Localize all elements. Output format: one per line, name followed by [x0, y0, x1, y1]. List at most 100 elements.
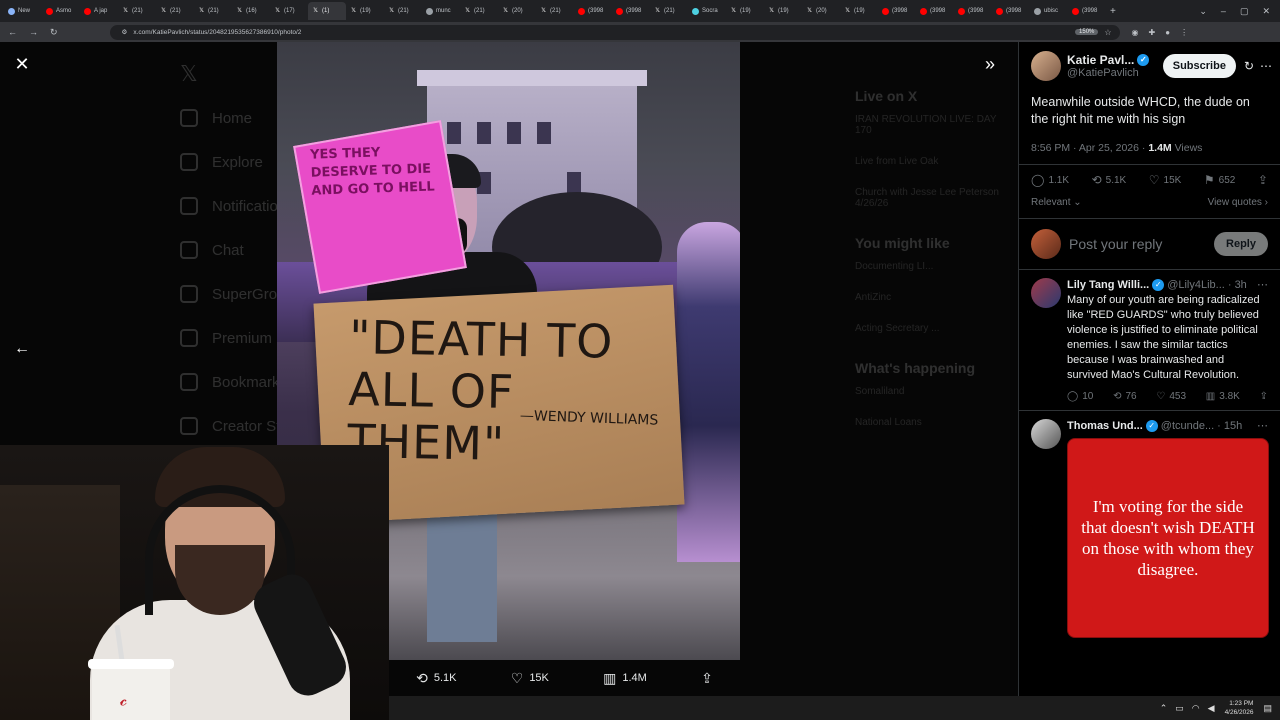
- views-button[interactable]: ▥ 1.4M: [603, 670, 647, 687]
- browser-tab[interactable]: A jap: [80, 2, 118, 20]
- close-window-icon[interactable]: ✕: [1262, 6, 1270, 17]
- reply-author-name[interactable]: Lily Tang Willi...: [1067, 279, 1149, 291]
- reply-avatar[interactable]: [1031, 278, 1061, 308]
- subscribe-button[interactable]: Subscribe: [1162, 54, 1236, 78]
- retweet-button[interactable]: ⟲ 5.1K: [416, 670, 456, 687]
- browser-tab[interactable]: (3998: [916, 2, 954, 20]
- view-quotes-link[interactable]: View quotes ›: [1208, 197, 1268, 208]
- more-icon[interactable]: ⋯: [1260, 59, 1272, 73]
- site-info-icon[interactable]: ⚙: [122, 28, 128, 36]
- browser-tab[interactable]: 𝕏 (19): [840, 2, 878, 20]
- browser-tab[interactable]: (3998: [992, 2, 1030, 20]
- tab-label: (20): [816, 8, 827, 14]
- browser-tab[interactable]: 𝕏 (21): [460, 2, 498, 20]
- browser-tab[interactable]: 𝕏 (17): [270, 2, 308, 20]
- browser-tab[interactable]: 𝕏 (1): [308, 2, 346, 20]
- like-button[interactable]: ♡ 15K: [511, 670, 549, 687]
- reply-time[interactable]: · 3h: [1228, 279, 1247, 291]
- bookmark-stat[interactable]: ⚑ 652: [1204, 173, 1235, 187]
- chevron-up-icon[interactable]: ⌃: [1160, 703, 1168, 714]
- system-tray: ⌃ ▭ ◠ ◀: [1160, 703, 1215, 714]
- browser-tab[interactable]: munc: [422, 2, 460, 20]
- clock[interactable]: 1:23 PM 4/26/2026: [1225, 699, 1254, 717]
- browser-tab[interactable]: 𝕏 (19): [346, 2, 384, 20]
- reply-item[interactable]: Thomas Und... ✓ @tcunde... · 15h ⋯ I'm v…: [1019, 411, 1280, 646]
- browser-tab[interactable]: 𝕏 (19): [726, 2, 764, 20]
- browser-tab[interactable]: 𝕏 (20): [802, 2, 840, 20]
- reply-views-button[interactable]: ▥ 3.8K: [1206, 391, 1240, 402]
- browser-tab[interactable]: 𝕏 (21): [118, 2, 156, 20]
- zoom-badge[interactable]: 150%: [1075, 29, 1099, 35]
- reply-author-handle[interactable]: @tcunde...: [1161, 420, 1214, 432]
- reply-time[interactable]: · 15h: [1217, 420, 1242, 432]
- menu-icon[interactable]: ⋮: [1180, 28, 1188, 37]
- browser-tab[interactable]: 𝕏 (21): [156, 2, 194, 20]
- reply-stat[interactable]: ◯ 1.1K: [1031, 173, 1069, 187]
- browser-tab[interactable]: 𝕏 (21): [650, 2, 688, 20]
- back-nav-icon[interactable]: ←: [8, 27, 17, 37]
- extensions: ◉ ✚ ● ⋮: [1132, 28, 1189, 37]
- reply-button[interactable]: Reply: [1214, 232, 1268, 256]
- share-button[interactable]: ⇪: [701, 670, 713, 687]
- reply-avatar[interactable]: [1031, 419, 1061, 449]
- browser-tab[interactable]: 𝕏 (21): [536, 2, 574, 20]
- collapse-panel-icon[interactable]: »: [985, 54, 995, 75]
- more-icon[interactable]: ⋯: [1257, 419, 1268, 432]
- browser-tab[interactable]: Socra: [688, 2, 726, 20]
- relevant-dropdown[interactable]: Relevant ⌄: [1031, 197, 1082, 208]
- browser-tab[interactable]: ubisc: [1030, 2, 1068, 20]
- url-field[interactable]: ⚙ x.com/KatiePavlich/status/204821953562…: [109, 24, 1120, 40]
- browser-tab[interactable]: (3998: [954, 2, 992, 20]
- browser-tab[interactable]: (3998: [612, 2, 650, 20]
- more-icon[interactable]: ⋯: [1257, 278, 1268, 291]
- browser-tab[interactable]: 𝕏 (20): [498, 2, 536, 20]
- browser-tab[interactable]: (3998: [878, 2, 916, 20]
- browser-address-bar: ← → ↻ ⚙ x.com/KatiePavlich/status/204821…: [0, 22, 1280, 42]
- previous-photo-arrow-icon[interactable]: ←: [12, 340, 32, 360]
- maximize-icon[interactable]: ▢: [1240, 6, 1249, 17]
- reply-retweet-button[interactable]: ⟲ 76: [1113, 391, 1137, 402]
- author-avatar[interactable]: [1031, 51, 1061, 81]
- author-handle[interactable]: @KatiePavlich: [1067, 67, 1163, 79]
- reply-author-handle[interactable]: @Lily4Lib...: [1167, 279, 1225, 291]
- browser-tab[interactable]: 𝕏 (21): [384, 2, 422, 20]
- browser-tab[interactable]: Asmo: [42, 2, 80, 20]
- bookmark-icon: ⚑: [1203, 173, 1215, 187]
- retweet-stat[interactable]: ⟲ 5.1K: [1092, 173, 1127, 187]
- browser-tab[interactable]: 𝕏 (21): [194, 2, 232, 20]
- browser-tab[interactable]: (3998: [574, 2, 612, 20]
- tweet-timestamp[interactable]: 8:56 PM · Apr 25, 2026 ·: [1031, 142, 1148, 154]
- reload-icon[interactable]: ↻: [50, 27, 58, 38]
- like-stat[interactable]: ♡ 15K: [1149, 173, 1182, 187]
- grok-icon[interactable]: ↻: [1244, 59, 1254, 73]
- browser-tab[interactable]: (3998: [1068, 2, 1106, 20]
- reply-share-button[interactable]: ⇪: [1260, 391, 1268, 402]
- extension-icon[interactable]: ◉: [1132, 28, 1139, 37]
- wifi-icon[interactable]: ◠: [1192, 703, 1200, 714]
- dimmed-section-row: National Loans: [855, 417, 922, 428]
- volume-icon[interactable]: ◀: [1208, 703, 1215, 714]
- bookmark-star-icon[interactable]: ☆: [1104, 28, 1111, 37]
- new-tab-button[interactable]: +: [1106, 2, 1122, 20]
- tab-label: (20): [512, 8, 523, 14]
- reply-reply-button[interactable]: ◯ 10: [1067, 391, 1093, 402]
- browser-tab[interactable]: 𝕏 (16): [232, 2, 270, 20]
- tab-search-icon[interactable]: ⌄: [1199, 6, 1207, 17]
- notification-icon[interactable]: ▤: [1263, 703, 1272, 714]
- forward-nav-icon[interactable]: →: [29, 27, 38, 37]
- user-avatar: [1031, 229, 1061, 259]
- share-stat[interactable]: ⇪: [1258, 173, 1268, 187]
- browser-tab[interactable]: 𝕏 (19): [764, 2, 802, 20]
- author-display-name[interactable]: Katie Pavl... ✓: [1067, 53, 1163, 67]
- reply-author-name[interactable]: Thomas Und...: [1067, 420, 1143, 432]
- network-icon[interactable]: ▭: [1175, 703, 1184, 714]
- puzzle-icon[interactable]: ✚: [1149, 28, 1156, 37]
- profile-icon[interactable]: ●: [1165, 28, 1170, 37]
- reply-input[interactable]: Post your reply: [1069, 236, 1206, 252]
- reply-image[interactable]: I'm voting for the side that doesn't wis…: [1067, 438, 1269, 638]
- reply-like-button[interactable]: ♡ 453: [1156, 391, 1186, 402]
- browser-tab[interactable]: New: [4, 2, 42, 20]
- reply-item[interactable]: Lily Tang Willi... ✓ @Lily4Lib... · 3h ⋯…: [1019, 270, 1280, 411]
- minimize-icon[interactable]: –: [1221, 6, 1226, 17]
- close-icon[interactable]: ✕: [12, 54, 32, 74]
